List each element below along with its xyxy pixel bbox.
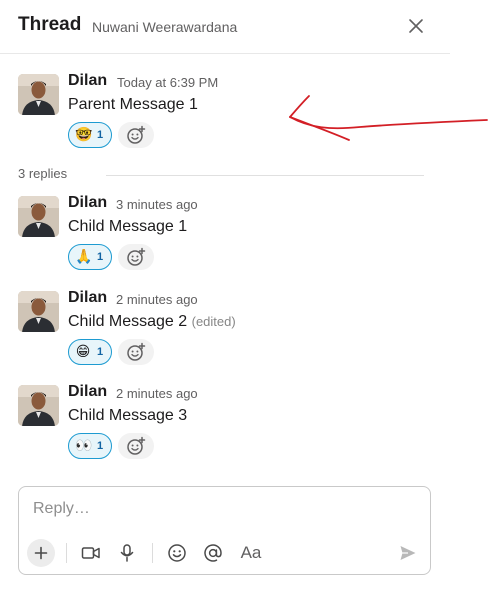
formatting-button[interactable]: Aa: [235, 539, 267, 567]
nerd-face-emoji: 🤓: [75, 127, 93, 143]
message-author[interactable]: Dilan: [68, 194, 107, 212]
reaction-count: 1: [97, 251, 104, 263]
add-reaction-button[interactable]: [118, 122, 154, 148]
grinning-face-emoji: 😁: [75, 344, 91, 360]
close-button[interactable]: [402, 12, 430, 40]
reply-composer: Aa: [18, 486, 431, 575]
reaction-nerd-face[interactable]: 🤓 1: [68, 122, 112, 148]
add-emoji-icon: [127, 342, 146, 361]
send-icon: [400, 546, 416, 560]
reply-message: Dilan 3 minutes ago Child Message 1 🙏 1: [0, 194, 450, 286]
emoji-button[interactable]: [163, 539, 191, 567]
add-reaction-button[interactable]: [118, 244, 154, 270]
reaction-eyes[interactable]: 👀 1: [68, 433, 112, 459]
avatar[interactable]: [18, 385, 59, 426]
avatar[interactable]: [18, 196, 59, 237]
replies-count: 3 replies: [18, 166, 78, 181]
add-reaction-button[interactable]: [118, 339, 154, 365]
message-timestamp[interactable]: 2 minutes ago: [116, 292, 198, 307]
video-clip-button[interactable]: [77, 539, 105, 567]
toolbar-divider: [66, 543, 67, 563]
reaction-count: 1: [97, 346, 104, 358]
reply-message: Dilan 2 minutes ago Child Message 3 👀 1: [0, 383, 450, 475]
message-author[interactable]: Dilan: [68, 289, 107, 307]
plus-icon: [34, 546, 48, 560]
folded-hands-emoji: 🙏: [75, 249, 93, 265]
thread-header: Thread Nuwani Weerawardana: [0, 0, 450, 54]
thread-channel-name: Nuwani Weerawardana: [92, 19, 238, 35]
message-timestamp[interactable]: 2 minutes ago: [116, 386, 198, 401]
avatar[interactable]: [18, 74, 59, 115]
add-emoji-icon: [127, 247, 146, 266]
reply-message: Dilan 2 minutes ago Child Message 2 (edi…: [0, 289, 450, 381]
at-sign-icon: [204, 544, 222, 562]
add-emoji-icon: [127, 436, 146, 455]
reaction-count: 1: [97, 440, 104, 452]
reaction-grinning-face[interactable]: 😁 1: [68, 339, 112, 365]
mention-button[interactable]: [199, 539, 227, 567]
smiley-icon: [168, 544, 186, 562]
send-button[interactable]: [394, 539, 422, 567]
close-icon: [409, 19, 423, 33]
video-camera-icon: [81, 547, 100, 559]
reaction-folded-hands[interactable]: 🙏 1: [68, 244, 112, 270]
replies-divider: 3 replies: [18, 166, 424, 184]
thread-panel: Thread Nuwani Weerawardana Dilan Today a…: [0, 0, 450, 590]
message-timestamp[interactable]: 3 minutes ago: [116, 197, 198, 212]
message-author[interactable]: Dilan: [68, 72, 107, 90]
audio-clip-button[interactable]: [113, 539, 141, 567]
message-text: Child Message 2 (edited): [68, 313, 236, 330]
edited-label: (edited): [191, 314, 236, 329]
thread-title: Thread: [18, 14, 82, 35]
message-text: Parent Message 1: [68, 96, 198, 113]
message-author[interactable]: Dilan: [68, 383, 107, 401]
eyes-emoji: 👀: [75, 438, 93, 454]
reply-input[interactable]: [33, 497, 413, 521]
message-text: Child Message 3: [68, 407, 188, 424]
attach-button[interactable]: [27, 539, 55, 567]
formatting-label: Aa: [240, 543, 262, 562]
toolbar-divider: [152, 543, 153, 563]
parent-message: Dilan Today at 6:39 PM Parent Message 1 …: [0, 72, 450, 164]
message-text: Child Message 1: [68, 218, 188, 235]
message-timestamp[interactable]: Today at 6:39 PM: [117, 75, 218, 90]
divider-line: [106, 175, 424, 176]
reaction-count: 1: [97, 129, 104, 141]
avatar[interactable]: [18, 291, 59, 332]
add-emoji-icon: [127, 125, 146, 144]
add-reaction-button[interactable]: [118, 433, 154, 459]
microphone-icon: [120, 544, 134, 562]
